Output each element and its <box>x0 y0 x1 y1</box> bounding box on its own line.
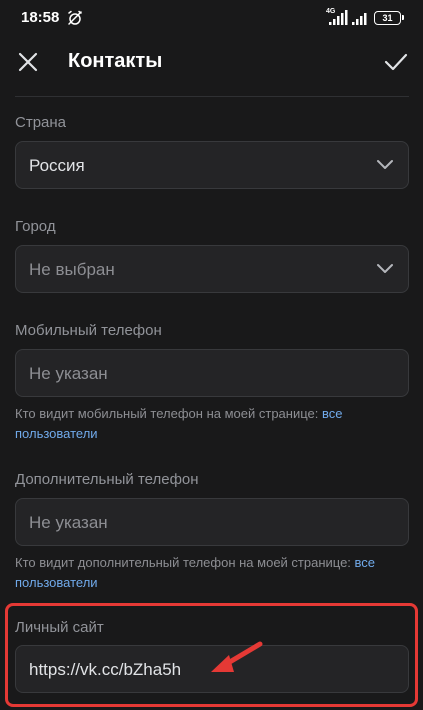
mobile-phone-label: Мобильный телефон <box>15 322 162 339</box>
extra-phone-privacy-hint: Кто видит дополнительный телефон на моей… <box>15 553 409 593</box>
battery-icon: 31 <box>374 11 404 25</box>
mobile-phone-field[interactable]: Не указан <box>15 349 409 397</box>
extra-phone-field[interactable]: Не указан <box>15 498 409 546</box>
battery-level: 31 <box>382 13 393 23</box>
header: Контакты <box>0 36 423 88</box>
close-icon <box>18 52 38 72</box>
header-divider <box>15 96 409 97</box>
close-button[interactable] <box>14 48 42 76</box>
status-bar: 18:58 4G 31 <box>0 0 423 36</box>
city-placeholder: Не выбран <box>29 260 115 279</box>
chevron-down-icon <box>377 160 393 169</box>
country-value: Россия <box>29 156 85 175</box>
mobile-phone-privacy-text: Кто видит мобильный телефон на моей стра… <box>15 406 322 421</box>
alarm-off-icon <box>68 10 82 25</box>
extra-phone-placeholder: Не указан <box>29 513 108 532</box>
checkmark-icon <box>384 53 408 71</box>
chevron-down-icon <box>377 264 393 273</box>
city-select[interactable]: Не выбран <box>15 245 409 293</box>
signal-icon <box>329 10 348 25</box>
country-label: Страна <box>15 114 67 131</box>
page-title: Контакты <box>68 50 163 72</box>
arrow-annotation-icon <box>211 641 263 672</box>
mobile-phone-privacy-hint: Кто видит мобильный телефон на моей стра… <box>15 404 409 444</box>
status-time: 18:58 <box>21 9 60 26</box>
done-button[interactable] <box>381 48 411 76</box>
signal-icon-secondary <box>352 13 367 25</box>
country-select[interactable]: Россия <box>15 141 409 189</box>
extra-phone-privacy-text: Кто видит дополнительный телефон на моей… <box>15 555 355 570</box>
extra-phone-label: Дополнительный телефон <box>15 471 199 488</box>
city-label: Город <box>15 218 56 235</box>
mobile-phone-placeholder: Не указан <box>29 364 108 383</box>
